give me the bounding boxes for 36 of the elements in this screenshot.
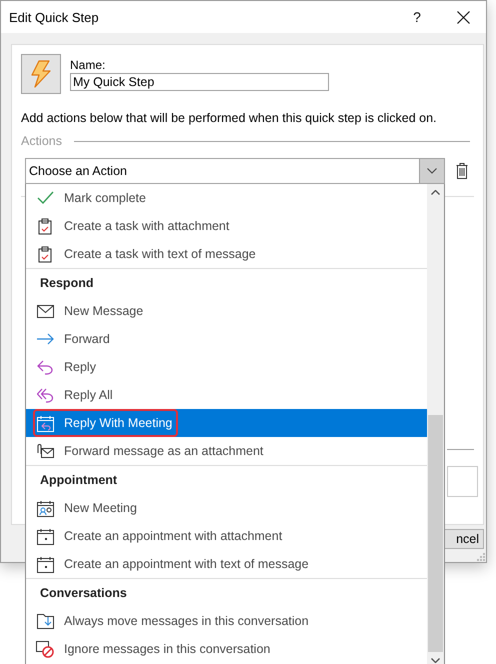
no-entry-envelope-icon	[36, 640, 54, 658]
scrollbar-thumb[interactable]	[428, 415, 443, 652]
menu-item[interactable]: Reply With Meeting	[26, 409, 427, 437]
icon-picker-button[interactable]	[21, 54, 61, 94]
name-label: Name:	[70, 58, 106, 72]
resize-grip-icon	[477, 553, 485, 561]
window-title: Edit Quick Step	[9, 10, 100, 24]
calendar-icon	[36, 556, 54, 572]
instruction-text: Add actions below that will be performed when this quick step is clicked on.	[21, 111, 438, 126]
trash-icon[interactable]	[456, 163, 468, 179]
menu-group-heading: Respond	[39, 275, 94, 292]
scroll-up-icon	[431, 190, 440, 195]
scrollbar[interactable]	[427, 184, 444, 664]
clipboard-icon	[38, 246, 52, 262]
menu-group-heading: Appointment	[39, 472, 118, 489]
reply-all-arrow-icon	[36, 388, 54, 402]
right-arrow-icon	[36, 333, 54, 345]
text-field[interactable]	[447, 466, 478, 497]
calendar-icon	[36, 528, 54, 544]
action-dropdown[interactable]: Choose an Action	[25, 158, 445, 184]
calendar-reply-icon	[36, 414, 54, 432]
scroll-down-icon	[431, 658, 440, 663]
checkmark-icon	[36, 191, 54, 205]
actions-heading: Actions	[21, 134, 62, 148]
menu-group-heading: Conversations	[39, 585, 128, 602]
envelope-icon	[36, 304, 54, 318]
chevron-down-icon	[427, 168, 437, 174]
folder-down-arrow-icon	[36, 613, 54, 629]
clipboard-icon	[38, 218, 52, 234]
close-icon	[456, 10, 470, 24]
reply-arrow-icon	[36, 360, 54, 374]
name-input-field[interactable]: My Quick Step	[70, 73, 329, 91]
lightning-icon	[30, 60, 52, 88]
envelope-paperclip-icon	[36, 444, 54, 458]
help-button[interactable]: ?	[394, 1, 440, 33]
calendar-person-icon	[36, 500, 54, 516]
